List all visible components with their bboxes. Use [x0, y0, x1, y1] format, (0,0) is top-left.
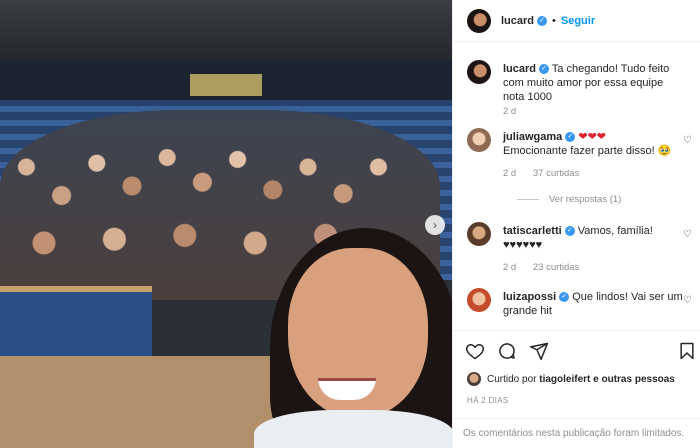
- header-separator: •: [552, 14, 556, 27]
- comment-meta: 2 d 37 curtidas: [503, 168, 593, 179]
- liker-avatar[interactable]: [467, 372, 481, 386]
- comment-username[interactable]: luizapossi: [503, 291, 556, 303]
- liker-username[interactable]: tiagoleifert: [539, 374, 590, 385]
- comment-meta: 2 d: [503, 106, 530, 117]
- comment-like-icon[interactable]: ♡: [683, 136, 693, 146]
- comment-meta: 2 d 23 curtidas: [503, 262, 593, 273]
- share-icon[interactable]: [529, 341, 549, 361]
- likes-summary: Curtido por tiagoleifert e outras pessoa…: [467, 372, 675, 386]
- verified-icon: ✓: [537, 15, 548, 26]
- comment-body: tatiscarletti ✓ Vamos, família! ♥♥♥♥♥♥: [503, 224, 685, 252]
- comment-avatar[interactable]: [467, 288, 491, 312]
- comment-username[interactable]: tatiscarletti: [503, 225, 562, 237]
- comment-body: lucard ✓ Ta chegando! Tudo feito com muit…: [503, 62, 685, 104]
- verified-icon: ✓: [539, 64, 550, 75]
- follow-button[interactable]: Seguir: [561, 15, 595, 27]
- replies-line: [517, 198, 539, 200]
- likes-suffix[interactable]: e outras pessoas: [593, 374, 675, 385]
- comment-item: luizapossi ✓ Que lindos! Vai ser um grand…: [467, 288, 693, 324]
- comment-avatar[interactable]: [467, 60, 491, 84]
- action-bar: [453, 330, 700, 370]
- view-replies-label[interactable]: Ver respostas (1): [549, 194, 621, 205]
- chevron-right-icon[interactable]: ›: [425, 215, 445, 235]
- comment-time: 2 d: [503, 262, 517, 273]
- comment-hearts: ❤❤❤: [578, 131, 607, 143]
- bookmark-icon[interactable]: [677, 341, 697, 361]
- photo-selfie-shirt: [254, 410, 452, 448]
- photo-desk: [0, 286, 152, 356]
- comment-likes[interactable]: 23 curtidas: [533, 262, 579, 273]
- view-replies-button[interactable]: Ver respostas (1): [517, 194, 621, 205]
- post-header: lucard ✓ • Seguir: [453, 0, 700, 42]
- post-photo[interactable]: ›: [0, 0, 452, 448]
- comment-item: juliawgama ✓ ❤❤❤ Emocionante fazer parte …: [467, 128, 693, 208]
- verified-icon: ✓: [565, 132, 576, 143]
- comment-like-icon[interactable]: ♡: [683, 230, 693, 240]
- comment-username[interactable]: juliawgama: [503, 131, 562, 143]
- comment-body: luizapossi ✓ Que lindos! Vai ser um grand…: [503, 290, 685, 318]
- comment-icon[interactable]: [497, 341, 517, 361]
- comment-avatar[interactable]: [467, 222, 491, 246]
- post-sidebar: lucard ✓ • Seguir lucard ✓ Ta chegando! T…: [452, 0, 700, 448]
- verified-icon: ✓: [559, 292, 570, 303]
- comments-limited-note: Os comentários nesta publicação foram li…: [453, 418, 700, 448]
- author-avatar[interactable]: [467, 8, 491, 33]
- comment-username[interactable]: lucard: [503, 63, 536, 75]
- heart-icon[interactable]: [465, 341, 485, 361]
- comment-like-icon[interactable]: ♡: [683, 296, 693, 306]
- author-username[interactable]: lucard: [501, 15, 534, 27]
- comment-text: Emocionante fazer parte disso! 🥹: [503, 145, 672, 157]
- verified-icon: ✓: [564, 226, 575, 237]
- comment-body: juliawgama ✓ ❤❤❤ Emocionante fazer parte …: [503, 130, 685, 158]
- likes-prefix: Curtido por: [487, 373, 537, 385]
- post-time: HÁ 2 DIAS: [467, 396, 509, 405]
- comment-likes[interactable]: 37 curtidas: [533, 168, 579, 179]
- comment-time: 2 d: [503, 106, 517, 117]
- comment-item: tatiscarletti ✓ Vamos, família! ♥♥♥♥♥♥ ♡ …: [467, 222, 693, 278]
- photo-ceiling: [0, 0, 452, 60]
- comment-avatar[interactable]: [467, 128, 491, 152]
- comment-item: lucard ✓ Ta chegando! Tudo feito com muit…: [467, 60, 693, 117]
- photo-screen: [190, 74, 262, 96]
- comment-time: 2 d: [503, 168, 517, 179]
